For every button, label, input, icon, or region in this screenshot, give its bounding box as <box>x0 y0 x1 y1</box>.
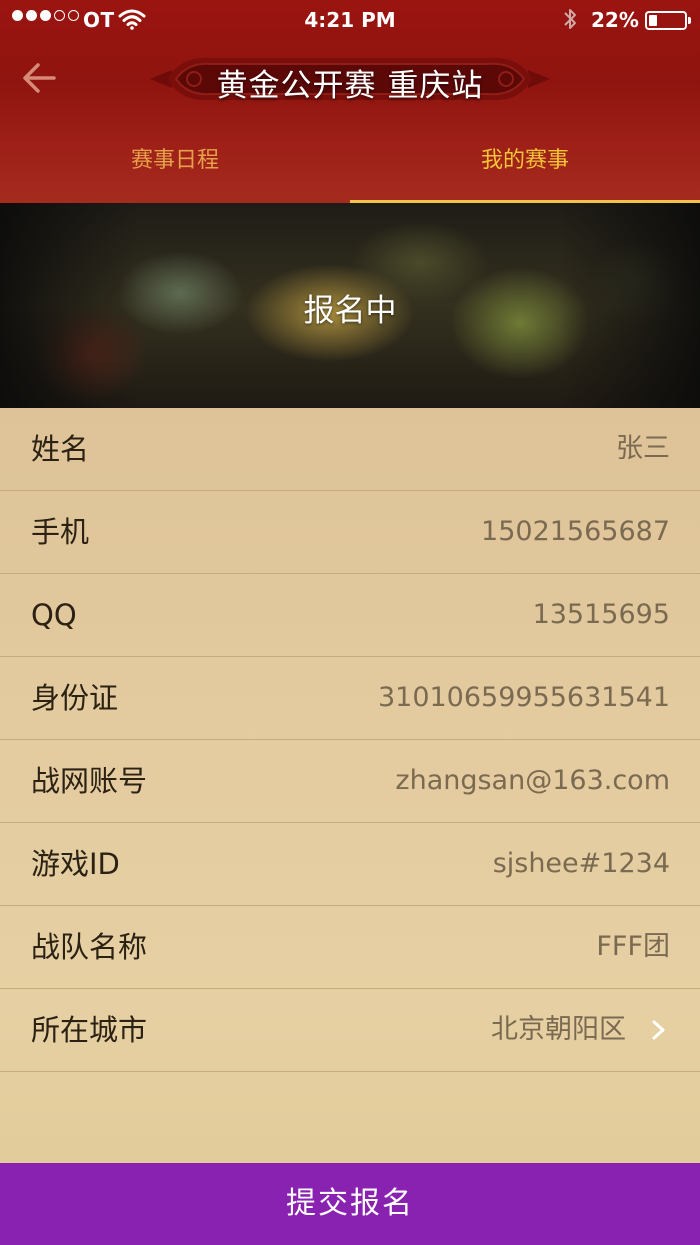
form-label: 身份证 <box>31 681 119 715</box>
status-bar: OT 4:21 PM 22% <box>0 0 700 40</box>
chevron-right-icon <box>652 1020 665 1040</box>
form-label: 手机 <box>31 515 90 549</box>
tab-schedule[interactable]: 赛事日程 <box>0 130 350 203</box>
form-row-qq[interactable]: QQ 13515695 <box>0 574 700 657</box>
form-row-battlenet-account[interactable]: 战网账号 zhangsan@163.com <box>0 740 700 823</box>
form-row-phone[interactable]: 手机 15021565687 <box>0 491 700 574</box>
form-label: 姓名 <box>31 432 90 466</box>
bluetooth-icon <box>564 9 576 29</box>
form-value: zhangsan@163.com <box>395 765 670 796</box>
form-value: FFF团 <box>596 931 670 962</box>
tab-bar: 赛事日程 我的赛事 <box>0 130 700 203</box>
form-row-id-card[interactable]: 身份证 31010659955631541 <box>0 657 700 740</box>
submit-registration-button[interactable]: 提交报名 <box>0 1163 700 1245</box>
form-value: 北京朝阳区 <box>491 1014 626 1045</box>
form-label: 游戏ID <box>31 847 120 881</box>
form-value: 15021565687 <box>481 516 670 547</box>
form-value: 13515695 <box>532 599 670 630</box>
form-row-game-id[interactable]: 游戏ID sjshee#1234 <box>0 823 700 906</box>
registration-status: 报名中 <box>303 293 397 329</box>
event-banner-image: 报名中 <box>0 203 700 408</box>
form-row-name[interactable]: 姓名 张三 <box>0 408 700 491</box>
tab-my-events[interactable]: 我的赛事 <box>350 130 700 203</box>
app-header: OT 4:21 PM 22% 黄金公开赛 重庆站 赛事日程 我的赛事 <box>0 0 700 203</box>
form-label: 所在城市 <box>31 1013 148 1047</box>
registration-form: 姓名 张三 手机 15021565687 QQ 13515695 身份证 310… <box>0 408 700 1163</box>
form-row-city[interactable]: 所在城市 北京朝阳区 <box>0 989 700 1072</box>
form-value: sjshee#1234 <box>492 848 670 879</box>
form-label: QQ <box>31 598 77 632</box>
form-value: 31010659955631541 <box>377 682 670 713</box>
form-label: 战队名称 <box>31 930 148 964</box>
form-label: 战网账号 <box>31 764 148 798</box>
form-row-team-name[interactable]: 战队名称 FFF团 <box>0 906 700 989</box>
battery-icon <box>645 11 691 30</box>
battery-percentage: 22% <box>591 8 639 32</box>
page-title: 黄金公开赛 重庆站 <box>216 68 484 104</box>
form-value: 张三 <box>616 433 670 464</box>
